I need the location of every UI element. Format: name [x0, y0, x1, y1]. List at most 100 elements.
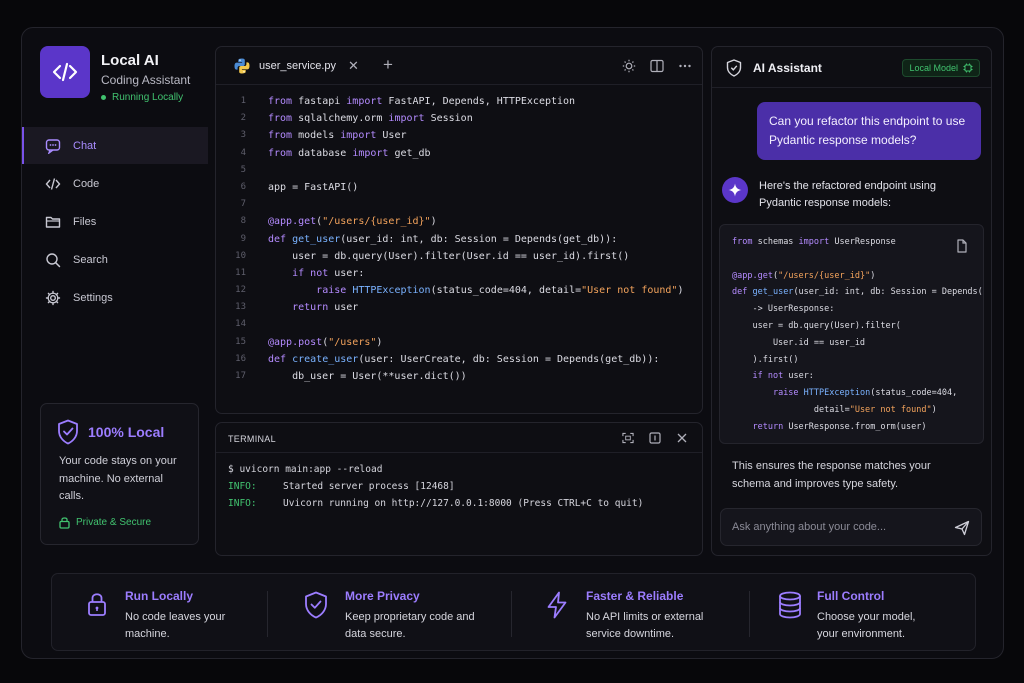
sidebar-item-label: Settings — [73, 291, 113, 304]
code-line: 15 @app.post("/users") — [216, 334, 702, 351]
logo-icon — [40, 46, 90, 98]
close-icon[interactable] — [676, 432, 688, 444]
code-line: 8 @app.get("/users/{user_id}") — [216, 213, 702, 230]
terminal-log-line: INFO: Uvicorn running on http://127.0.0.1… — [228, 495, 690, 512]
feature-full-control: Full Control Choose your model, your env… — [750, 574, 976, 652]
line-number: 8 — [240, 216, 246, 227]
feature-faster-reliable: Faster & Reliable No API limits or exter… — [512, 574, 749, 652]
ai-code-line: return UserResponse.from_orm(user) — [752, 421, 927, 432]
sidebar-item-label: Chat — [73, 139, 97, 152]
line-number: 13 — [235, 302, 246, 313]
lightning-icon — [547, 591, 567, 619]
sidebar-item-search[interactable]: Search — [22, 241, 208, 278]
tab-label: user_service.py — [259, 60, 337, 72]
ai-code-line: def get_user(user_id: int, db: Session =… — [732, 287, 983, 298]
feature-desc: Keep proprietary code and data secure. — [345, 611, 475, 640]
line-content: from fastapi import FastAPI, Depends, HT… — [268, 96, 576, 107]
line-number: 2 — [240, 113, 246, 124]
assistant-header: AI Assistant Local Model — [712, 47, 991, 88]
line-content: @app.post("/users") — [268, 336, 383, 348]
shield-check-icon — [58, 419, 78, 445]
tab-user-service[interactable]: user_service.py ✕ — [233, 57, 359, 75]
app-window: Local AI Coding Assistant Running Locall… — [21, 27, 1004, 659]
line-number: 7 — [240, 199, 246, 210]
features-bar: Run Locally No code leaves your machine.… — [51, 573, 976, 651]
more-icon[interactable] — [678, 59, 692, 73]
feature-title: Full Control — [817, 589, 885, 603]
terminal-panel: TERMINAL $ uvicorn main:app --reload INFO… — [215, 422, 703, 556]
ai-code-line: @app.get("/users/{user_id}") — [732, 270, 876, 281]
terminal-output[interactable]: $ uvicorn main:app --reload INFO: Started … — [216, 453, 702, 520]
editor-tabbar: user_service.py ✕ + — [216, 47, 702, 85]
feature-run-locally: Run Locally No code leaves your machine. — [52, 574, 262, 652]
code-line: 10 user = db.query(User).filter(User.id … — [216, 248, 702, 265]
line-number: 3 — [240, 130, 246, 141]
code-line: 11 if not user: — [216, 265, 702, 282]
terminal-command: $ uvicorn main:app --reload — [228, 464, 383, 475]
ai-assistant-panel: AI Assistant Local Model Can you refacto… — [711, 46, 992, 556]
log-message: Started server process [12468] — [283, 481, 455, 492]
sidebar-item-code[interactable]: Code — [22, 165, 208, 202]
code-line: 12 raise HTTPException(status_code=404, … — [216, 282, 702, 299]
chip-icon — [963, 63, 973, 73]
feature-desc: Choose your model, your environment. — [817, 611, 916, 640]
line-content — [246, 196, 268, 213]
feature-title: Run Locally — [125, 589, 194, 603]
line-number: 10 — [235, 250, 246, 261]
feature-title: More Privacy — [345, 589, 420, 603]
ai-code-line: if not user: — [752, 371, 814, 382]
shield-icon — [726, 59, 742, 77]
panel-icon[interactable] — [649, 432, 661, 444]
feature-desc: No code leaves your machine. — [125, 611, 226, 640]
sidebar-item-chat[interactable]: Chat — [22, 127, 208, 164]
close-icon[interactable]: ✕ — [348, 58, 359, 74]
line-content: return user — [292, 302, 359, 314]
ai-code-line: detail="User not found") — [732, 404, 937, 415]
copy-icon[interactable] — [955, 239, 967, 253]
sidebar-item-label: Code — [73, 177, 100, 190]
terminal-log-line: INFO: Started server process [12468] — [228, 478, 690, 495]
line-number: 9 — [240, 233, 246, 244]
chat-input[interactable] — [732, 509, 942, 545]
python-icon — [234, 58, 250, 74]
sidebar-item-label: Search — [73, 253, 108, 266]
sidebar-item-settings[interactable]: Settings — [22, 279, 208, 316]
sidebar-item-files[interactable]: Files — [22, 203, 208, 240]
database-icon — [779, 591, 801, 619]
code-area[interactable]: 1 from fastapi import FastAPI, Depends, H… — [216, 93, 702, 385]
local-model-badge[interactable]: Local Model — [902, 59, 980, 77]
local-info-card: 100% Local Your code stays on your machi… — [40, 403, 199, 545]
code-line: 9 def get_user(user_id: int, db: Session … — [216, 231, 702, 248]
line-content: user = db.query(User).filter(User.id == … — [268, 250, 630, 262]
terminal-title: TERMINAL — [228, 434, 276, 444]
sidebar-item-label: Files — [73, 215, 97, 228]
add-tab-button[interactable]: + — [383, 55, 393, 75]
ai-avatar — [722, 177, 748, 203]
ai-code-line: user = db.query(User).filter( — [732, 320, 901, 331]
code-line: 16 def create_user(user: UserCreate, db: … — [216, 351, 702, 368]
lock-icon — [59, 517, 70, 529]
code-icon — [45, 177, 61, 190]
ai-code-line: ).first() — [732, 354, 799, 365]
lock-icon — [88, 593, 106, 616]
ai-reply-outro: This ensures the response matches your s… — [732, 460, 931, 490]
line-content — [246, 316, 268, 333]
editor-toolbar — [622, 59, 692, 73]
ai-code-line — [732, 251, 983, 268]
maximize-icon[interactable] — [622, 432, 634, 444]
line-number: 6 — [240, 181, 246, 192]
local-card-description: Your code stays on your machine. No exte… — [59, 455, 177, 502]
sun-icon[interactable] — [622, 59, 636, 73]
send-icon[interactable] — [954, 520, 970, 536]
line-number: 15 — [235, 336, 246, 347]
code-line: 2 from sqlalchemy.orm import Session — [216, 110, 702, 127]
local-card-title: 100% Local — [88, 424, 165, 440]
ai-code-line: from schemas import UserResponse — [732, 237, 896, 247]
code-line: 1 from fastapi import FastAPI, Depends, H… — [216, 93, 702, 110]
app-subtitle: Coding Assistant — [101, 73, 191, 87]
line-number: 5 — [240, 164, 246, 175]
split-view-icon[interactable] — [650, 59, 664, 73]
line-content: from models import User — [268, 130, 407, 142]
code-line: 17 db_user = User(**user.dict()) — [216, 368, 702, 385]
gear-icon — [45, 290, 61, 305]
